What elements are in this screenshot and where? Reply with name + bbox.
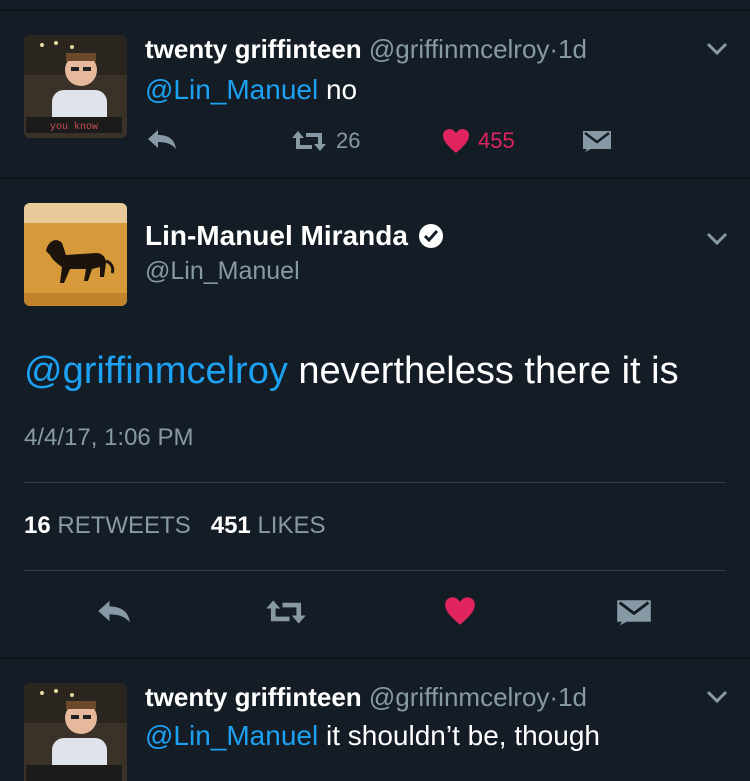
- like-count: 451: [210, 512, 251, 539]
- tweet-header: twenty griffinteen @griffinmcelroy·1d: [145, 682, 587, 713]
- message-icon: [617, 600, 651, 626]
- retweet-icon: [266, 600, 306, 624]
- retweets-label: RETWEETS: [57, 512, 191, 539]
- likes-stat[interactable]: 451 LIKES: [211, 512, 326, 539]
- avatar-griffin[interactable]: [24, 683, 127, 781]
- tweet-body: it shouldn’t be, though: [325, 720, 600, 751]
- tweet-text: @Lin_Manuel it shouldn’t be, though: [145, 720, 600, 752]
- author-name[interactable]: Lin-Manuel Miranda: [145, 220, 408, 252]
- like-button[interactable]: [444, 596, 476, 626]
- author-name-row: Lin-Manuel Miranda: [145, 220, 444, 252]
- likes-label: LIKES: [257, 512, 326, 539]
- author-handle[interactable]: @Lin_Manuel: [145, 257, 300, 286]
- avatar-lin-manuel[interactable]: [24, 203, 127, 306]
- reply-icon: [98, 600, 130, 623]
- retweet-count: 16: [24, 512, 51, 539]
- tweet-timestamp: 4/4/17, 1:06 PM: [24, 424, 194, 451]
- focused-tweet-actions: [0, 594, 750, 634]
- tweet-griffin-2[interactable]: twenty griffinteen @griffinmcelroy·1d @L…: [0, 658, 750, 781]
- tweet-focused: Lin-Manuel Miranda @Lin_Manuel @griffinm…: [0, 0, 750, 660]
- reply-button[interactable]: [96, 598, 132, 624]
- mention-link[interactable]: @griffinmcelroy: [24, 350, 288, 392]
- heart-icon: [445, 597, 475, 625]
- engagement-stats: 16 RETWEETS 451 LIKES: [24, 512, 326, 540]
- tweet-text: @griffinmcelroy nevertheless there it is: [24, 350, 679, 393]
- tweet-time[interactable]: 1d: [558, 682, 587, 712]
- separator-dot: ·: [549, 682, 559, 712]
- retweets-stat[interactable]: 16 RETWEETS: [24, 512, 191, 539]
- author-name[interactable]: twenty griffinteen: [145, 682, 362, 712]
- divider: [24, 482, 726, 483]
- verified-badge-icon: [418, 224, 443, 248]
- retweet-button[interactable]: [264, 598, 308, 626]
- message-button[interactable]: [616, 596, 652, 626]
- divider: [24, 570, 726, 571]
- author-handle[interactable]: @griffinmcelroy: [369, 682, 550, 712]
- tweet-body: nevertheless there it is: [298, 350, 679, 392]
- chevron-down-icon[interactable]: [706, 232, 728, 246]
- mention-link[interactable]: @Lin_Manuel: [145, 720, 318, 751]
- chevron-down-icon[interactable]: [706, 690, 728, 704]
